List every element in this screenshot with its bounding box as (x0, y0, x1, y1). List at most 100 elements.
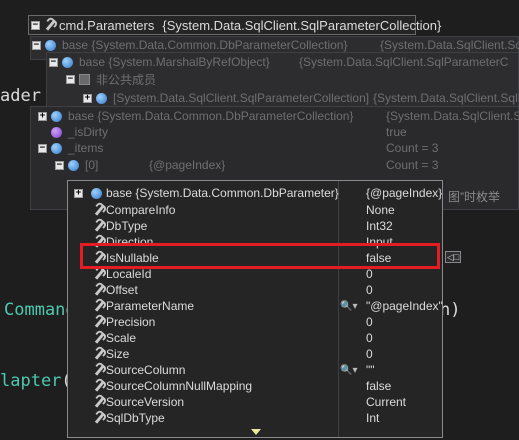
property-row-precision[interactable]: Precision 0 (68, 314, 442, 330)
datatip-header[interactable]: − cmd.Parameters {System.Data.SqlClient.… (28, 15, 441, 35)
property-name: DbType (106, 219, 148, 233)
row-isdirty[interactable]: _isDirty true (38, 124, 519, 140)
row-base-dbparametercollection[interactable]: − base {System.Data.Common.DbParameterCo… (32, 37, 519, 53)
property-row-compareinfo[interactable]: CompareInfo None (68, 202, 442, 218)
expand-icon[interactable]: + (74, 188, 83, 198)
row-value: {System.Data.SqlClient.SqlPa (373, 91, 519, 105)
field-icon (91, 187, 102, 199)
field-icon (45, 39, 56, 51)
code-line-command-tail: n) (440, 300, 461, 320)
wrench-icon (93, 204, 105, 216)
property-value: 0 (366, 331, 373, 345)
code-line-command: Command (4, 300, 76, 320)
row-name: base {System.MarshalByRefObject} (79, 55, 270, 69)
property-value: 0 (366, 347, 373, 361)
row-value: {@pageIndex} (149, 158, 226, 172)
property-row-parametername[interactable]: ParameterName 🔍▾ "@pageIndex" (68, 298, 443, 314)
wrench-icon (93, 316, 105, 328)
wrench-icon (93, 380, 105, 392)
row-nonpublic-members[interactable]: − 非公共成员 (66, 71, 519, 87)
property-row-sourcecolumnnullmapping[interactable]: SourceColumnNullMapping false (68, 378, 442, 394)
collapse-icon[interactable]: − (38, 143, 47, 153)
property-row-sourceversion[interactable]: SourceVersion Current (68, 394, 442, 410)
row-value: {System.Data.SqlClient.SqlParameterC (299, 55, 509, 69)
wrench-icon (93, 348, 105, 360)
property-name: Precision (106, 315, 156, 329)
property-name: SqlDbType (106, 411, 165, 425)
collapse-icon[interactable]: − (49, 57, 58, 67)
row-value: {System.Data.SqlClient.Sql (380, 38, 519, 52)
row-sqlparametercollection[interactable]: + [System.Data.SqlClient.SqlParameterCol… (83, 90, 519, 106)
property-name: SourceColumnNullMapping (106, 379, 253, 393)
property-value: 0 (366, 267, 373, 281)
row-name: [0] (85, 158, 99, 172)
property-row-sqldbtype[interactable]: SqlDbType Int (68, 410, 442, 426)
row-value: true (386, 125, 407, 139)
property-row-offset[interactable]: Offset 0 (68, 282, 442, 298)
row-base-marshalbyrefobject[interactable]: − base {System.MarshalByRefObject} {Syst… (49, 54, 519, 70)
row-value: Count = 3 (386, 141, 439, 155)
row-value: {System.Data.SqlClient.Sql (386, 109, 519, 123)
property-name: SourceColumn (106, 363, 186, 377)
field-icon (51, 110, 62, 122)
wrench-icon (93, 268, 105, 280)
collapse-icon[interactable]: − (55, 160, 64, 170)
members-icon (79, 73, 90, 85)
parameter-properties-panel: + base {System.Data.Common.DbParameter} … (67, 180, 443, 438)
property-name: base {System.Data.Common.DbParameter} (106, 186, 339, 200)
field-icon (51, 126, 62, 138)
field-icon (62, 56, 73, 68)
property-row-dbtype[interactable]: DbType Int32 (68, 218, 442, 234)
scroll-down-arrow-icon[interactable] (251, 429, 261, 435)
property-name: CompareInfo (106, 203, 176, 217)
magnifier-icon[interactable]: 🔍▾ (340, 301, 357, 312)
wrench-icon (93, 412, 105, 424)
expand-icon[interactable]: + (38, 111, 47, 121)
property-row-sourcecolumn[interactable]: SourceColumn 🔍▾ "" (68, 362, 442, 378)
property-value: 0 (366, 315, 373, 329)
property-row-size[interactable]: Size 0 (68, 346, 442, 362)
property-value: "@pageIndex" (366, 299, 443, 313)
row-extra: Count = 3 (386, 158, 439, 172)
header-value[interactable]: {System.Data.SqlClient.SqlParameterColle… (162, 18, 441, 33)
row-name: base {System.Data.Common.DbParameterColl… (68, 109, 354, 123)
collapse-icon[interactable]: − (31, 20, 40, 30)
row-name: _items (68, 141, 104, 155)
property-value: 0 (366, 283, 373, 297)
pin-icon[interactable]: ◁□ (445, 251, 461, 263)
property-name: ParameterName (106, 299, 195, 313)
code-line-reader: ader (0, 86, 41, 106)
wrench-icon (93, 300, 105, 312)
field-icon (96, 92, 107, 104)
property-value: Int (366, 411, 380, 425)
property-row-base[interactable]: + base {System.Data.Common.DbParameter} … (68, 185, 442, 201)
property-value: false (366, 379, 392, 393)
collapse-icon[interactable]: − (66, 74, 75, 84)
wrench-icon (93, 396, 105, 408)
property-name: Scale (106, 331, 137, 345)
collapse-icon[interactable]: − (32, 40, 41, 50)
property-value: Current (366, 395, 407, 409)
row-name: [System.Data.SqlClient.SqlParameterColle… (113, 91, 370, 105)
property-name: LocaleId (106, 267, 152, 281)
header-name: cmd.Parameters (59, 17, 155, 33)
row-item-0[interactable]: − [0] {@pageIndex} Count = 3 (55, 157, 519, 173)
expand-icon[interactable]: + (83, 93, 92, 103)
row-base-dbparametercollection-2[interactable]: + base {System.Data.Common.DbParameterCo… (38, 108, 519, 124)
property-name: Size (106, 347, 130, 361)
magnifier-icon[interactable]: 🔍▾ (340, 365, 357, 376)
property-value: None (366, 203, 395, 217)
row-name: base {System.Data.Common.DbParameterColl… (62, 38, 348, 52)
property-value: {@pageIndex} (366, 186, 443, 200)
property-value: Int32 (366, 219, 393, 233)
field-icon (51, 142, 62, 154)
property-row-scale[interactable]: Scale 0 (68, 330, 442, 346)
field-icon (68, 159, 79, 171)
row-items[interactable]: − _items Count = 3 (38, 140, 519, 156)
property-name: SourceVersion (106, 395, 185, 409)
wrench-icon (44, 19, 56, 31)
property-value: "" (366, 363, 375, 377)
property-name: Offset (106, 283, 138, 297)
partial-text: 图”时枚举 (448, 189, 500, 204)
row-name: 非公共成员 (96, 72, 157, 87)
